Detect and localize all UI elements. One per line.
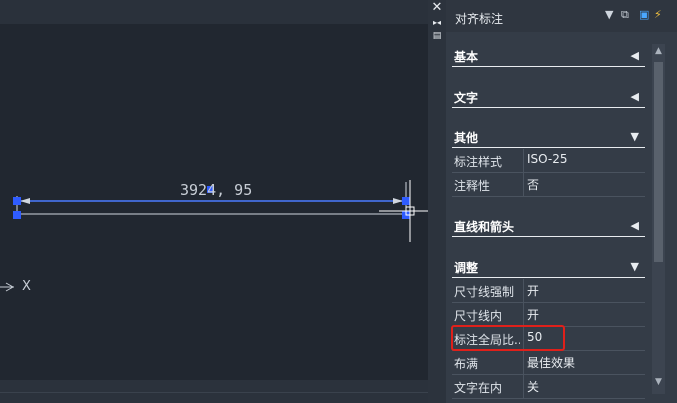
dropdown-arrow-icon[interactable]: ▼: [605, 8, 613, 21]
scroll-thumb[interactable]: [654, 62, 663, 262]
section-text-label: 文字: [454, 91, 479, 105]
row-dimstyle[interactable]: 标注样式 ISO-25: [452, 149, 645, 173]
section-lines-arrows-label: 直线和箭头: [454, 220, 515, 234]
quick-select-icon[interactable]: ⚡: [654, 8, 662, 21]
row-value[interactable]: 否: [527, 176, 539, 193]
row-name: 尺寸线强制: [454, 285, 515, 299]
grip-left-bottom: [13, 211, 21, 219]
properties-menu-icon[interactable]: ▤: [428, 29, 446, 43]
palette-toolstrip: ✕ ▸◂ ▤: [428, 0, 446, 403]
expand-down-icon[interactable]: ▼: [631, 130, 639, 143]
row-value[interactable]: ISO-25: [527, 152, 568, 166]
toggle-pickadd-icon[interactable]: ⧉: [621, 8, 629, 22]
grip-right-top: [402, 197, 410, 205]
row-text-inside[interactable]: 文字在内 关: [452, 375, 645, 399]
section-basic[interactable]: 基本 ◀: [452, 46, 645, 67]
row-name: 尺寸线内: [454, 309, 503, 323]
panel-header: 对齐标注 ▼ ⧉ ▣ ⚡: [446, 0, 677, 32]
row-name: 布满: [454, 357, 479, 371]
section-fit-label: 调整: [454, 261, 479, 275]
row-dimline-inside[interactable]: 尺寸线内 开: [452, 303, 645, 327]
ucs-axis-x-label: X: [22, 279, 31, 294]
drawing-area[interactable]: [0, 0, 428, 403]
section-other-label: 其他: [454, 131, 479, 145]
section-other[interactable]: 其他 ▼: [452, 127, 645, 148]
section-text[interactable]: 文字 ◀: [452, 87, 645, 108]
row-name: 文字在内: [454, 381, 503, 395]
close-icon[interactable]: ✕: [428, 1, 446, 15]
collapse-left-icon[interactable]: ◀: [631, 219, 639, 232]
row-value[interactable]: 开: [527, 306, 539, 323]
dimension-text[interactable]: 3924, 95: [180, 181, 252, 199]
object-type-select[interactable]: 对齐标注: [455, 10, 503, 27]
select-objects-icon[interactable]: ▣: [639, 8, 649, 21]
row-value[interactable]: 最佳效果: [527, 354, 575, 371]
expand-down-icon[interactable]: ▼: [631, 260, 639, 273]
autohide-icon[interactable]: ▸◂: [428, 16, 446, 30]
row-value[interactable]: 开: [527, 282, 539, 299]
scroll-down-icon[interactable]: ▼: [652, 377, 665, 387]
section-basic-label: 基本: [454, 50, 479, 64]
highlight-box: [451, 325, 565, 351]
section-fit[interactable]: 调整 ▼: [452, 257, 645, 278]
row-value[interactable]: 关: [527, 378, 539, 395]
drawing-canvas[interactable]: 3924, 95 X: [0, 0, 428, 403]
scroll-up-icon[interactable]: ▲: [652, 46, 665, 56]
grip-left-top: [13, 197, 21, 205]
arrow-left-icon: [20, 198, 30, 204]
panel-scrollbar[interactable]: ▲ ▼: [652, 44, 665, 394]
collapse-left-icon[interactable]: ◀: [631, 49, 639, 62]
row-annotative[interactable]: 注释性 否: [452, 173, 645, 197]
row-fit[interactable]: 布满 最佳效果: [452, 351, 645, 375]
section-lines-arrows[interactable]: 直线和箭头 ◀: [452, 216, 645, 237]
collapse-left-icon[interactable]: ◀: [631, 90, 639, 103]
row-name: 标注样式: [454, 155, 503, 169]
row-dimline-forced[interactable]: 尺寸线强制 开: [452, 279, 645, 303]
row-name: 注释性: [454, 179, 491, 193]
arrow-right-icon: [393, 198, 403, 204]
canvas-bottom-divider: [0, 392, 428, 393]
